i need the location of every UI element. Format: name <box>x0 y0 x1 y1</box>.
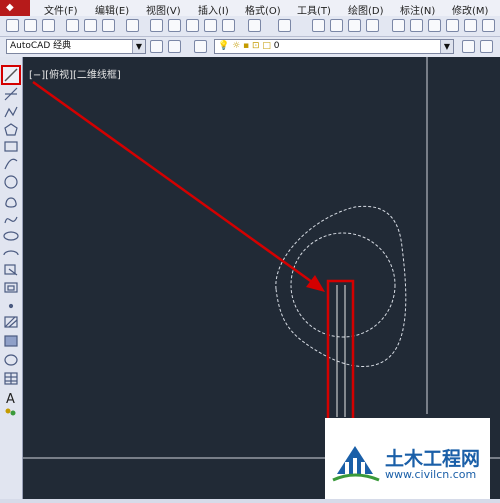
outer-contour <box>275 205 407 368</box>
region-icon[interactable] <box>4 354 18 366</box>
table-icon[interactable] <box>4 372 18 385</box>
menu-view[interactable]: 视图(V) <box>146 2 181 17</box>
arrow-head <box>306 275 325 292</box>
ellipse-icon[interactable] <box>3 231 19 241</box>
construction-line-icon[interactable] <box>4 87 18 101</box>
site-logo-icon <box>332 446 380 482</box>
watermark: 土木工程网 www.civilcn.com <box>325 418 490 499</box>
polygon-icon[interactable] <box>4 123 18 136</box>
point-icon[interactable] <box>8 303 14 309</box>
draw-toolbar-icons: A <box>1 65 21 416</box>
block-editor-icon[interactable] <box>222 19 235 32</box>
standard-toolbar <box>0 16 500 37</box>
chevron-down-icon[interactable]: ▼ <box>132 40 145 53</box>
ellipse-arc-icon[interactable] <box>3 250 19 256</box>
menu-bar: ◆ 文件(F) 编辑(E) 视图(V) 插入(I) 格式(O) 工具(T) 绘图… <box>0 0 500 17</box>
properties-icon[interactable] <box>392 19 405 32</box>
markup-icon[interactable] <box>464 19 477 32</box>
hatch-icon[interactable] <box>4 316 18 328</box>
open-file-icon[interactable] <box>24 19 37 32</box>
polyline-icon[interactable] <box>4 106 18 118</box>
make-block-icon[interactable] <box>4 282 18 293</box>
tool-palettes-icon[interactable] <box>428 19 441 32</box>
menu-file[interactable]: 文件(F) <box>44 2 78 17</box>
menu-draw[interactable]: 绘图(D) <box>348 2 384 17</box>
menu-dimension[interactable]: 标注(N) <box>400 2 435 17</box>
circle-icon[interactable] <box>4 175 18 189</box>
rectangle-icon[interactable] <box>4 141 18 152</box>
gradient-icon[interactable] <box>4 335 18 347</box>
zoom-realtime-icon[interactable] <box>330 19 343 32</box>
layer-previous-icon[interactable] <box>480 40 493 53</box>
menu-format[interactable]: 格式(O) <box>245 2 281 17</box>
layer-state-icons: 💡 ☼ ▪ ⊡ □ <box>218 41 271 51</box>
make-layer-current-icon[interactable] <box>462 40 475 53</box>
print-preview-icon[interactable] <box>84 19 97 32</box>
copy-icon[interactable] <box>168 19 181 32</box>
app-logo-icon: ◆ <box>6 2 14 13</box>
design-center-icon[interactable] <box>410 19 423 32</box>
add-selected-icon[interactable] <box>5 408 16 416</box>
calculator-icon[interactable] <box>482 19 495 32</box>
cut-icon[interactable] <box>150 19 163 32</box>
zoom-window-icon[interactable] <box>348 19 361 32</box>
3d-dwf-icon[interactable] <box>126 19 139 32</box>
publish-icon[interactable] <box>102 19 115 32</box>
workspace-dropdown[interactable]: AutoCAD 经典 ▼ <box>6 39 146 54</box>
arc-icon[interactable] <box>4 158 18 170</box>
circle-contour <box>290 232 396 338</box>
insert-block-icon[interactable] <box>4 264 18 276</box>
annotation-arrow <box>32 80 320 289</box>
multiline-text-icon[interactable]: A <box>6 392 15 407</box>
revision-cloud-icon[interactable] <box>5 197 17 208</box>
watermark-url: www.civilcn.com <box>385 468 477 481</box>
menu-insert[interactable]: 插入(I) <box>198 2 229 17</box>
workspace-settings-icon[interactable] <box>150 40 163 53</box>
my-workspace-icon[interactable] <box>168 40 181 53</box>
layer-manager-icon[interactable] <box>194 40 207 53</box>
spline-icon[interactable] <box>4 216 18 224</box>
paste-icon[interactable] <box>186 19 199 32</box>
application-button[interactable]: ◆ <box>0 0 30 16</box>
menu-edit[interactable]: 编辑(E) <box>95 2 129 17</box>
draw-toolbar: A <box>0 57 23 499</box>
match-properties-icon[interactable] <box>204 19 217 32</box>
redo-icon[interactable] <box>278 19 291 32</box>
zoom-previous-icon[interactable] <box>366 19 379 32</box>
layer-name: 0 <box>273 41 280 51</box>
watermark-title: 土木工程网 <box>385 448 481 470</box>
undo-icon[interactable] <box>248 19 261 32</box>
menu-modify[interactable]: 修改(M) <box>452 2 488 17</box>
workspace-layer-toolbar: AutoCAD 经典 ▼ 💡 ☼ ▪ ⊡ □ 0 ▼ <box>0 37 500 58</box>
save-icon[interactable] <box>42 19 55 32</box>
layer-dropdown[interactable]: 💡 ☼ ▪ ⊡ □ 0 ▼ <box>214 39 454 54</box>
chevron-down-icon[interactable]: ▼ <box>440 40 453 53</box>
workspace-value: AutoCAD 经典 <box>10 41 72 51</box>
sheet-set-icon[interactable] <box>446 19 459 32</box>
pan-icon[interactable] <box>312 19 325 32</box>
new-file-icon[interactable] <box>6 19 19 32</box>
print-icon[interactable] <box>66 19 79 32</box>
menu-tools[interactable]: 工具(T) <box>297 2 331 17</box>
